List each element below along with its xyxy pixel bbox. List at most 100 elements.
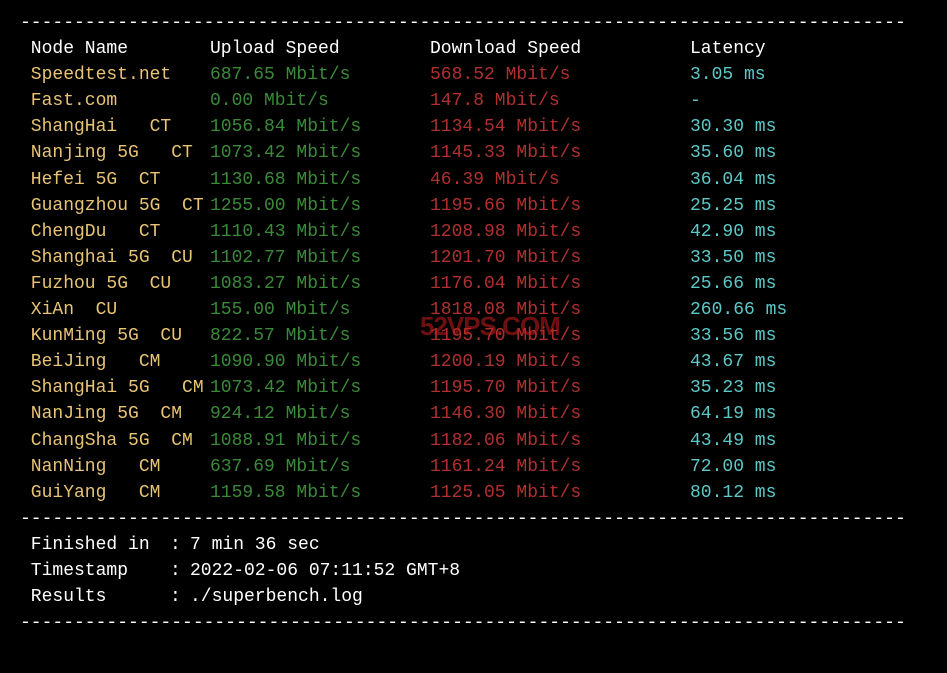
divider-bottom: ----------------------------------------… bbox=[20, 610, 927, 636]
upload-speed: 822.57 Mbit/s bbox=[210, 323, 430, 349]
node-name: ChengDu CT bbox=[20, 219, 210, 245]
download-speed: 1818.08 Mbit/s bbox=[430, 297, 690, 323]
table-row: ShangHai 5G CM1073.42 Mbit/s1195.70 Mbit… bbox=[20, 375, 927, 401]
node-name: NanJing 5G CM bbox=[20, 401, 210, 427]
node-name: Shanghai 5G CU bbox=[20, 245, 210, 271]
node-name: ShangHai 5G CM bbox=[20, 375, 210, 401]
upload-speed: 1056.84 Mbit/s bbox=[210, 114, 430, 140]
download-speed: 1134.54 Mbit/s bbox=[430, 114, 690, 140]
upload-speed: 1090.90 Mbit/s bbox=[210, 349, 430, 375]
table-row: Guangzhou 5G CT1255.00 Mbit/s1195.66 Mbi… bbox=[20, 193, 927, 219]
header-node: Node Name bbox=[20, 36, 210, 62]
node-name: BeiJing CM bbox=[20, 349, 210, 375]
table-row: Nanjing 5G CT1073.42 Mbit/s1145.33 Mbit/… bbox=[20, 140, 927, 166]
download-speed: 46.39 Mbit/s bbox=[430, 167, 690, 193]
results-value: ./superbench.log bbox=[190, 584, 363, 610]
latency: 33.56 ms bbox=[690, 323, 776, 349]
footer-finished: Finished in : 7 min 36 sec bbox=[20, 532, 927, 558]
table-row: ChengDu CT1110.43 Mbit/s1208.98 Mbit/s42… bbox=[20, 219, 927, 245]
node-name: ShangHai CT bbox=[20, 114, 210, 140]
download-speed: 1200.19 Mbit/s bbox=[430, 349, 690, 375]
download-speed: 1195.66 Mbit/s bbox=[430, 193, 690, 219]
latency: 42.90 ms bbox=[690, 219, 776, 245]
download-speed: 1201.70 Mbit/s bbox=[430, 245, 690, 271]
node-name: KunMing 5G CU bbox=[20, 323, 210, 349]
latency: 36.04 ms bbox=[690, 167, 776, 193]
table-row: ShangHai CT1056.84 Mbit/s1134.54 Mbit/s3… bbox=[20, 114, 927, 140]
header-download: Download Speed bbox=[430, 36, 690, 62]
upload-speed: 1083.27 Mbit/s bbox=[210, 271, 430, 297]
latency: 43.67 ms bbox=[690, 349, 776, 375]
latency: 260.66 ms bbox=[690, 297, 787, 323]
upload-speed: 1073.42 Mbit/s bbox=[210, 140, 430, 166]
node-name: Hefei 5G CT bbox=[20, 167, 210, 193]
node-name: XiAn CU bbox=[20, 297, 210, 323]
latency: 64.19 ms bbox=[690, 401, 776, 427]
divider-middle: ----------------------------------------… bbox=[20, 506, 927, 532]
timestamp-label: Timestamp bbox=[20, 558, 170, 584]
latency: 43.49 ms bbox=[690, 428, 776, 454]
colon: : bbox=[170, 584, 190, 610]
node-name: Guangzhou 5G CT bbox=[20, 193, 210, 219]
node-name: Fast.com bbox=[20, 88, 210, 114]
table-header: Node Name Upload Speed Download Speed La… bbox=[20, 36, 927, 62]
table-row: Fast.com0.00 Mbit/s147.8 Mbit/s- bbox=[20, 88, 927, 114]
table-row: NanJing 5G CM924.12 Mbit/s1146.30 Mbit/s… bbox=[20, 401, 927, 427]
latency: 80.12 ms bbox=[690, 480, 776, 506]
upload-speed: 1073.42 Mbit/s bbox=[210, 375, 430, 401]
finished-value: 7 min 36 sec bbox=[190, 532, 320, 558]
footer-results: Results : ./superbench.log bbox=[20, 584, 927, 610]
header-upload: Upload Speed bbox=[210, 36, 430, 62]
download-speed: 568.52 Mbit/s bbox=[430, 62, 690, 88]
header-latency: Latency bbox=[690, 36, 766, 62]
upload-speed: 924.12 Mbit/s bbox=[210, 401, 430, 427]
table-row: GuiYang CM1159.58 Mbit/s1125.05 Mbit/s80… bbox=[20, 480, 927, 506]
node-name: Speedtest.net bbox=[20, 62, 210, 88]
table-row: ChangSha 5G CM1088.91 Mbit/s1182.06 Mbit… bbox=[20, 428, 927, 454]
latency: 72.00 ms bbox=[690, 454, 776, 480]
download-speed: 1208.98 Mbit/s bbox=[430, 219, 690, 245]
table-row: XiAn CU155.00 Mbit/s1818.08 Mbit/s260.66… bbox=[20, 297, 927, 323]
colon: : bbox=[170, 532, 190, 558]
upload-speed: 1110.43 Mbit/s bbox=[210, 219, 430, 245]
latency: - bbox=[690, 88, 701, 114]
node-name: Fuzhou 5G CU bbox=[20, 271, 210, 297]
table-row: KunMing 5G CU822.57 Mbit/s1195.70 Mbit/s… bbox=[20, 323, 927, 349]
upload-speed: 1102.77 Mbit/s bbox=[210, 245, 430, 271]
table-row: BeiJing CM1090.90 Mbit/s1200.19 Mbit/s43… bbox=[20, 349, 927, 375]
node-name: GuiYang CM bbox=[20, 480, 210, 506]
results-label: Results bbox=[20, 584, 170, 610]
download-speed: 1146.30 Mbit/s bbox=[430, 401, 690, 427]
download-speed: 1161.24 Mbit/s bbox=[430, 454, 690, 480]
upload-speed: 1159.58 Mbit/s bbox=[210, 480, 430, 506]
table-row: Fuzhou 5G CU1083.27 Mbit/s1176.04 Mbit/s… bbox=[20, 271, 927, 297]
upload-speed: 0.00 Mbit/s bbox=[210, 88, 430, 114]
download-speed: 1195.70 Mbit/s bbox=[430, 323, 690, 349]
latency: 25.66 ms bbox=[690, 271, 776, 297]
divider-top: ----------------------------------------… bbox=[20, 10, 927, 36]
download-speed: 1182.06 Mbit/s bbox=[430, 428, 690, 454]
latency: 35.23 ms bbox=[690, 375, 776, 401]
latency: 3.05 ms bbox=[690, 62, 766, 88]
speedtest-results-table: Speedtest.net687.65 Mbit/s568.52 Mbit/s3… bbox=[20, 62, 927, 506]
download-speed: 1195.70 Mbit/s bbox=[430, 375, 690, 401]
latency: 35.60 ms bbox=[690, 140, 776, 166]
finished-label: Finished in bbox=[20, 532, 170, 558]
colon: : bbox=[170, 558, 190, 584]
table-row: Speedtest.net687.65 Mbit/s568.52 Mbit/s3… bbox=[20, 62, 927, 88]
upload-speed: 1088.91 Mbit/s bbox=[210, 428, 430, 454]
upload-speed: 155.00 Mbit/s bbox=[210, 297, 430, 323]
node-name: ChangSha 5G CM bbox=[20, 428, 210, 454]
table-row: NanNing CM637.69 Mbit/s1161.24 Mbit/s72.… bbox=[20, 454, 927, 480]
node-name: Nanjing 5G CT bbox=[20, 140, 210, 166]
table-row: Shanghai 5G CU1102.77 Mbit/s1201.70 Mbit… bbox=[20, 245, 927, 271]
download-speed: 1145.33 Mbit/s bbox=[430, 140, 690, 166]
node-name: NanNing CM bbox=[20, 454, 210, 480]
download-speed: 1176.04 Mbit/s bbox=[430, 271, 690, 297]
download-speed: 147.8 Mbit/s bbox=[430, 88, 690, 114]
download-speed: 1125.05 Mbit/s bbox=[430, 480, 690, 506]
upload-speed: 687.65 Mbit/s bbox=[210, 62, 430, 88]
upload-speed: 1130.68 Mbit/s bbox=[210, 167, 430, 193]
table-row: Hefei 5G CT1130.68 Mbit/s46.39 Mbit/s36.… bbox=[20, 167, 927, 193]
upload-speed: 637.69 Mbit/s bbox=[210, 454, 430, 480]
